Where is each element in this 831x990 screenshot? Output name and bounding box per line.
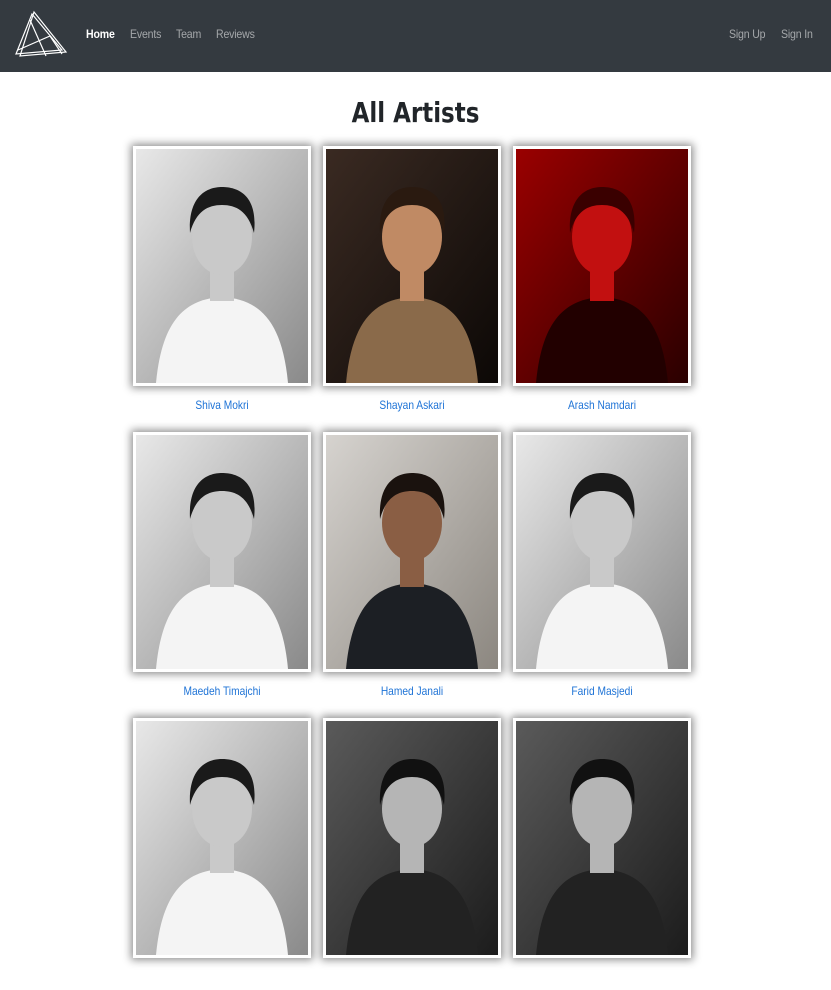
- artist-card: Shiva Mokri: [133, 146, 311, 418]
- artist-name-link[interactable]: Maedeh Timajchi: [146, 684, 297, 704]
- nav-team-link[interactable]: Team: [176, 27, 201, 41]
- artist-name-link[interactable]: Farid Masjedi: [526, 684, 677, 704]
- artist-portrait-image: [136, 435, 308, 669]
- artist-photo[interactable]: [513, 432, 691, 672]
- artist-grid: Shiva Mokri Shayan Askari Arash Namdari …: [133, 146, 693, 990]
- artist-card: Farid Masjedi: [513, 432, 691, 704]
- page-title: All Artists: [351, 96, 480, 129]
- artist-card: Maedeh Timajchi: [133, 432, 311, 704]
- artist-name-link[interactable]: [336, 970, 487, 990]
- artist-photo[interactable]: [323, 718, 501, 958]
- artist-portrait-image: [136, 721, 308, 955]
- artist-card: [133, 718, 311, 990]
- artist-card: Arash Namdari: [513, 146, 691, 418]
- nav-reviews-link[interactable]: Reviews: [216, 27, 255, 41]
- artist-portrait-image: [136, 149, 308, 383]
- artist-photo[interactable]: [513, 718, 691, 958]
- nav-auth: Sign Up Sign In: [729, 27, 817, 41]
- artist-portrait-image: [516, 435, 688, 669]
- artist-portrait-image: [516, 721, 688, 955]
- artist-portrait-image: [326, 721, 498, 955]
- artist-photo[interactable]: [133, 718, 311, 958]
- artist-portrait-image: [326, 435, 498, 669]
- artist-card: Shayan Askari: [323, 146, 501, 418]
- nav-main: Home Events Team Reviews: [86, 27, 260, 41]
- artist-card: [513, 718, 691, 990]
- artist-name-link[interactable]: [526, 970, 677, 990]
- artist-photo[interactable]: [133, 146, 311, 386]
- artist-name-link[interactable]: [146, 970, 297, 990]
- navbar: Home Events Team Reviews Sign Up Sign In: [0, 0, 831, 72]
- brand-logo-icon[interactable]: [12, 10, 68, 60]
- artist-card: Hamed Janali: [323, 432, 501, 704]
- artist-name-link[interactable]: Shayan Askari: [336, 398, 487, 418]
- sign-up-link[interactable]: Sign Up: [729, 27, 766, 41]
- artist-photo[interactable]: [513, 146, 691, 386]
- artist-portrait-image: [516, 149, 688, 383]
- sign-in-link[interactable]: Sign In: [781, 27, 813, 41]
- artist-portrait-image: [326, 149, 498, 383]
- nav-events-link[interactable]: Events: [130, 27, 161, 41]
- artist-photo[interactable]: [133, 432, 311, 672]
- artist-card: [323, 718, 501, 990]
- nav-home-link[interactable]: Home: [86, 27, 115, 41]
- artist-name-link[interactable]: Hamed Janali: [336, 684, 487, 704]
- artist-name-link[interactable]: Shiva Mokri: [146, 398, 297, 418]
- artist-photo[interactable]: [323, 432, 501, 672]
- artist-photo[interactable]: [323, 146, 501, 386]
- artist-name-link[interactable]: Arash Namdari: [526, 398, 677, 418]
